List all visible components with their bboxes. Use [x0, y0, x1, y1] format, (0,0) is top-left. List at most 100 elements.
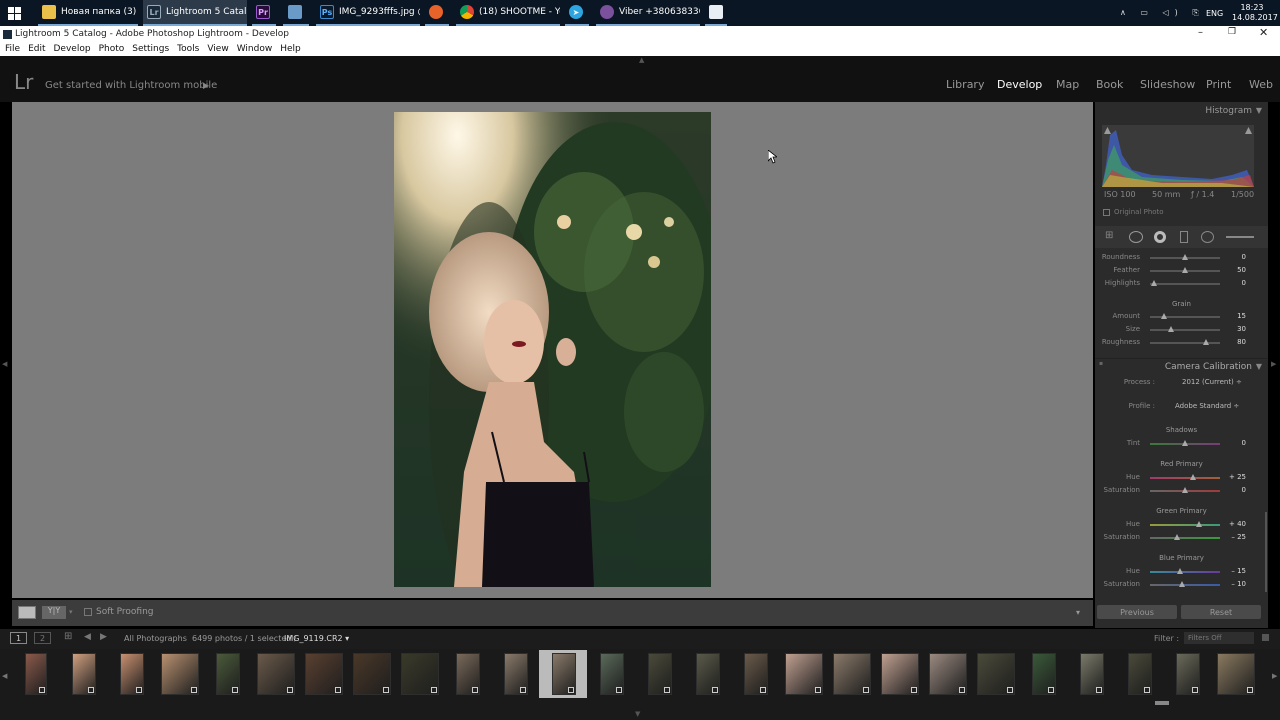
vignette-highlights-track[interactable] [1150, 283, 1220, 285]
system-tray-icons[interactable]: ∧ ▭ ◁) ⎘ ▤ [1120, 0, 1205, 26]
red-eye-tool-icon[interactable] [1154, 231, 1166, 243]
module-develop[interactable]: Develop [997, 78, 1042, 91]
red-saturation-slider-row[interactable]: Saturation 0 [1095, 485, 1268, 497]
filmstrip-thumbnail[interactable] [1080, 653, 1104, 695]
back-arrow-icon[interactable]: ◀ [84, 632, 91, 642]
original-photo-checkbox[interactable] [1103, 209, 1110, 216]
filmstrip-thumbnail[interactable] [744, 653, 768, 695]
camera-calibration-header[interactable]: Camera Calibration [1095, 359, 1268, 375]
language-indicator[interactable]: ENG [1206, 0, 1226, 26]
red-hue-value[interactable]: + 25 [1216, 473, 1246, 481]
previous-button[interactable]: Previous [1097, 605, 1177, 619]
before-after-icon[interactable]: Y|Y [42, 606, 66, 619]
grain-amount-knob[interactable] [1161, 313, 1167, 319]
shadows-tint-knob[interactable] [1182, 440, 1188, 446]
filmstrip-thumbnail[interactable] [1128, 653, 1152, 695]
menu-edit[interactable]: Edit [28, 44, 45, 54]
taskbar-item-viber[interactable]: Viber +380638336126 [596, 0, 700, 26]
vignette-roundness-knob[interactable] [1182, 254, 1188, 260]
filmstrip-thumbnail[interactable] [120, 653, 144, 695]
current-filename[interactable]: IMG_9119.CR2 ▾ [284, 634, 349, 643]
menu-file[interactable]: File [5, 44, 20, 54]
radial-filter-tool-icon[interactable] [1201, 231, 1214, 243]
red-hue-track[interactable] [1150, 477, 1220, 479]
grid-view-icon[interactable]: ⊞ [64, 631, 72, 642]
filmstrip-scrollbar[interactable] [1155, 701, 1169, 705]
main-window-button[interactable]: 1 [10, 632, 27, 644]
vignette-highlights-knob[interactable] [1150, 280, 1157, 286]
blue-hue-track[interactable] [1150, 571, 1220, 573]
taskbar-item-firefox[interactable] [425, 0, 449, 26]
left-panel-toggle-icon[interactable]: ◀ [2, 360, 7, 368]
green-hue-track[interactable] [1150, 524, 1220, 526]
grain-roughness-slider-row[interactable]: Roughness 80 [1095, 337, 1268, 349]
taskbar-item-photos[interactable] [283, 0, 309, 26]
module-slideshow[interactable]: Slideshow [1140, 78, 1195, 91]
filmstrip-thumbnail[interactable] [785, 653, 823, 695]
vignette-roundness-value[interactable]: 0 [1216, 253, 1246, 261]
green-saturation-value[interactable]: – 25 [1216, 533, 1246, 541]
filmstrip-thumbnail[interactable] [648, 653, 672, 695]
filmstrip-thumbnail[interactable] [353, 653, 391, 695]
filmstrip-scroll-right-icon[interactable]: ▶ [1272, 672, 1277, 680]
spot-removal-tool-icon[interactable] [1129, 231, 1143, 243]
filmstrip-thumbnail[interactable] [977, 653, 1015, 695]
restore-button[interactable]: ❐ [1228, 27, 1236, 37]
grain-size-slider-row[interactable]: Size 30 [1095, 324, 1268, 336]
histogram-graph[interactable] [1102, 125, 1254, 187]
blue-saturation-value[interactable]: – 10 [1216, 580, 1246, 588]
menu-window[interactable]: Window [237, 44, 273, 54]
grain-roughness-track[interactable] [1150, 342, 1220, 344]
secondary-window-button[interactable]: 2 [34, 632, 51, 644]
blue-saturation-track[interactable] [1150, 584, 1220, 586]
green-saturation-slider-row[interactable]: Saturation – 25 [1095, 532, 1268, 544]
vignette-highlights-value[interactable]: 0 [1216, 279, 1246, 287]
filmstrip-thumbnail[interactable] [1217, 653, 1255, 695]
adjustment-brush-tool-icon[interactable] [1226, 236, 1254, 238]
module-book[interactable]: Book [1096, 78, 1123, 91]
grain-amount-slider-row[interactable]: Amount 15 [1095, 311, 1268, 323]
filmstrip-scroll-left-icon[interactable]: ◀ [2, 672, 7, 680]
reset-button[interactable]: Reset [1181, 605, 1261, 619]
filmstrip-thumbnail[interactable] [401, 653, 439, 695]
filmstrip-thumbnail[interactable] [552, 653, 576, 695]
main-photo[interactable] [394, 112, 711, 587]
process-select[interactable]: 2012 (Current) ÷ [1182, 378, 1242, 386]
soft-proofing-checkbox[interactable] [84, 608, 92, 616]
grain-roughness-value[interactable]: 80 [1216, 338, 1246, 346]
vignette-feather-value[interactable]: 50 [1216, 266, 1246, 274]
histogram-header[interactable]: Histogram [1095, 102, 1268, 120]
panel-toggle-bottom-icon[interactable]: ▼ [635, 710, 640, 718]
panel-toggle-top-icon[interactable]: ▲ [639, 56, 644, 64]
graduated-filter-tool-icon[interactable] [1180, 231, 1188, 243]
grain-roughness-knob[interactable] [1203, 339, 1209, 345]
green-saturation-track[interactable] [1150, 537, 1220, 539]
filmstrip-thumbnail[interactable] [305, 653, 343, 695]
module-web[interactable]: Web [1249, 78, 1273, 91]
menu-tools[interactable]: Tools [177, 44, 199, 54]
blue-hue-value[interactable]: – 15 [1216, 567, 1246, 575]
blue-hue-slider-row[interactable]: Hue – 15 [1095, 566, 1268, 578]
shadows-tint-value[interactable]: 0 [1216, 439, 1246, 447]
source-label[interactable]: All Photographs [124, 634, 187, 643]
menu-photo[interactable]: Photo [99, 44, 125, 54]
taskbar-item-telegram[interactable]: ➤ [565, 0, 589, 26]
grain-amount-value[interactable]: 15 [1216, 312, 1246, 320]
filmstrip-thumbnail[interactable] [1032, 653, 1056, 695]
menu-develop[interactable]: Develop [54, 44, 91, 54]
filmstrip-thumbnail[interactable] [72, 653, 96, 695]
filmstrip-thumbnail[interactable] [696, 653, 720, 695]
module-map[interactable]: Map [1056, 78, 1079, 91]
profile-select[interactable]: Adobe Standard ÷ [1175, 402, 1239, 410]
filmstrip-thumbnail[interactable] [216, 653, 240, 695]
minimize-button[interactable]: – [1198, 27, 1203, 38]
taskbar-item-folder[interactable]: Новая папка (3) [38, 0, 138, 26]
taskbar-item-chrome[interactable]: (18) SHOOTME - Yo... [456, 0, 560, 26]
filmstrip-thumbnail[interactable] [881, 653, 919, 695]
grain-size-knob[interactable] [1168, 326, 1174, 332]
green-saturation-knob[interactable] [1173, 534, 1180, 540]
collapse-triangle-icon[interactable]: ▼ [1256, 362, 1262, 371]
collapse-triangle-icon[interactable]: ▼ [1256, 106, 1262, 115]
blue-hue-knob[interactable] [1177, 568, 1184, 574]
red-hue-slider-row[interactable]: Hue + 25 [1095, 472, 1268, 484]
